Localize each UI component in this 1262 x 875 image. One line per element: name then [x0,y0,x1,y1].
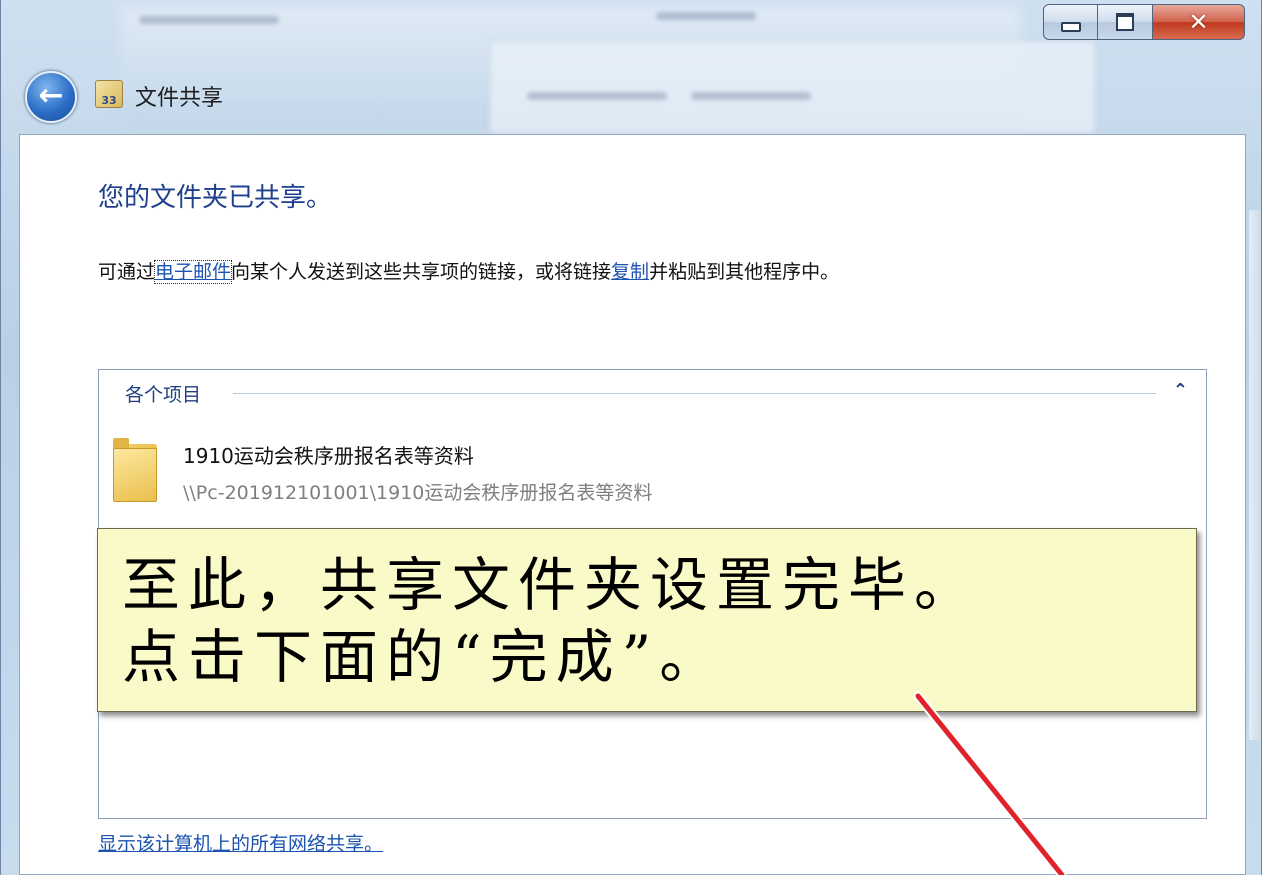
pointer-arrow-icon [913,691,1067,875]
